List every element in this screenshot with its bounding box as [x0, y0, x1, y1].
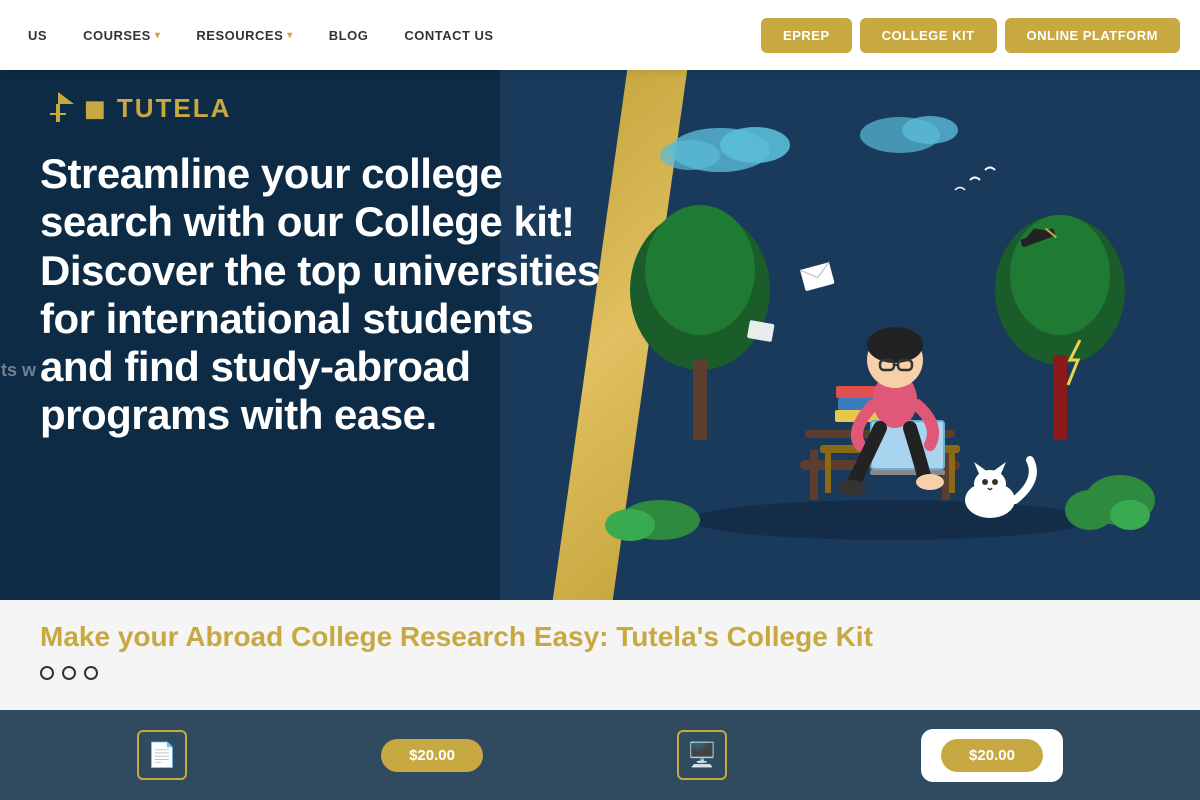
bottom-title: Make your Abroad College Research Easy: … [0, 600, 1200, 654]
hero-illustration [600, 90, 1160, 580]
hero-section: ◼ TUTELA Streamline your college search … [0, 70, 1200, 600]
chevron-down-icon: ▾ [155, 30, 161, 41]
dot-1[interactable] [40, 666, 54, 680]
logo[interactable]: ◼ TUTELA [40, 90, 231, 126]
nav-link-courses[interactable]: COURSES ▾ [65, 28, 178, 43]
sat-icon-wrap: 🖥️ [677, 730, 727, 780]
nav-link-resources[interactable]: RESOURCES ▾ [178, 28, 310, 43]
products-strip: 📄 $20.00 🖥️ $20.00 [0, 710, 1200, 800]
partial-scroll-text: nts w [0, 360, 36, 381]
nav-link-blog[interactable]: BLOG [311, 28, 387, 43]
logo-text: ◼ TUTELA [84, 93, 231, 124]
nav-link-us[interactable]: US [10, 28, 65, 43]
document-icon: 📄 [147, 741, 177, 770]
nav-buttons-right: ePREP COLLEGE KIT ONLINE PLATFORM [761, 18, 1200, 53]
chevron-down-icon: ▾ [287, 30, 293, 41]
nav-link-contact[interactable]: CONTACT US [386, 28, 511, 43]
product-card-act: 📄 [137, 730, 187, 780]
product-card-sat: 🖥️ [677, 730, 727, 780]
nav-links-left: US COURSES ▾ RESOURCES ▾ BLOG CONTACT US [0, 28, 761, 43]
act-icon-wrap: 📄 [137, 730, 187, 780]
hero-headline: Streamline your college search with our … [40, 150, 600, 440]
top-navigation: US COURSES ▾ RESOURCES ▾ BLOG CONTACT US… [0, 0, 1200, 70]
dot-3[interactable] [84, 666, 98, 680]
price-button-2[interactable]: $20.00 [941, 739, 1043, 772]
product-card-4: $20.00 [921, 729, 1063, 782]
college-kit-button[interactable]: COLLEGE KIT [860, 18, 997, 53]
price-button-1[interactable]: $20.00 [381, 739, 483, 772]
dots-pagination [0, 654, 1200, 680]
monitor-icon: 🖥️ [687, 741, 717, 770]
dot-2[interactable] [62, 666, 76, 680]
online-platform-button[interactable]: ONLINE PLATFORM [1005, 18, 1180, 53]
product-card-2: $20.00 [381, 739, 483, 772]
eprep-button[interactable]: ePREP [761, 18, 852, 53]
logo-icon [40, 90, 76, 126]
